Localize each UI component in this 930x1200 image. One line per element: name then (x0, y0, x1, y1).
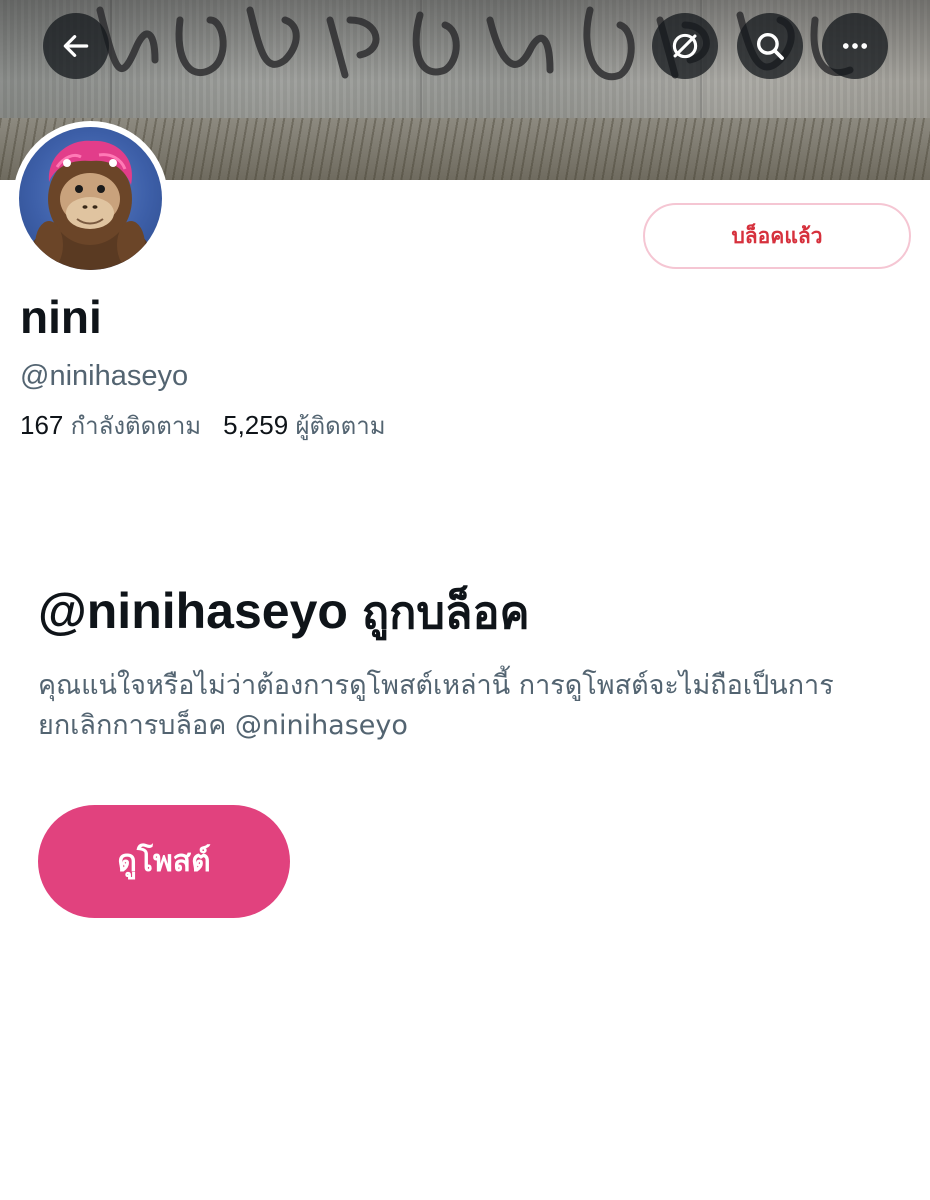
blocked-notice-handle: @ninihaseyo (38, 583, 348, 639)
back-button[interactable] (43, 13, 109, 79)
profile-handle: @ninihaseyo (20, 360, 189, 392)
followers-count: 5,259 (223, 410, 289, 440)
following-stat[interactable]: 167 กำลังติดตาม (20, 410, 201, 441)
orangutan-avatar-icon (28, 140, 152, 270)
search-icon (756, 32, 784, 60)
following-label: กำลังติดตาม (70, 412, 202, 440)
avatar-image (19, 127, 162, 270)
blocked-notice-title: @ninihaseyo ถูกบล็อค (38, 584, 530, 639)
blocked-notice-title-suffix: ถูกบล็อค (361, 586, 530, 639)
grok-button[interactable] (652, 13, 718, 79)
more-horizontal-icon (842, 43, 868, 49)
search-button[interactable] (737, 13, 803, 79)
blocked-notice-description: คุณแน่ใจหรือไม่ว่าต้องการดูโพสต์เหล่านี้… (38, 670, 834, 741)
followers-label: ผู้ติดตาม (295, 412, 386, 440)
followers-stat[interactable]: 5,259 ผู้ติดตาม (223, 410, 385, 441)
display-name: nini (20, 291, 102, 343)
profile-stats: 167 กำลังติดตาม 5,259 ผู้ติดตาม (20, 410, 386, 441)
arrow-left-icon (63, 35, 89, 57)
following-count: 167 (20, 410, 64, 440)
slashed-circle-icon (672, 33, 698, 59)
more-button[interactable] (822, 13, 888, 79)
blocked-button[interactable]: บล็อคแล้ว (643, 203, 911, 269)
view-posts-button[interactable]: ดูโพสต์ (38, 805, 290, 918)
avatar[interactable] (13, 121, 168, 276)
